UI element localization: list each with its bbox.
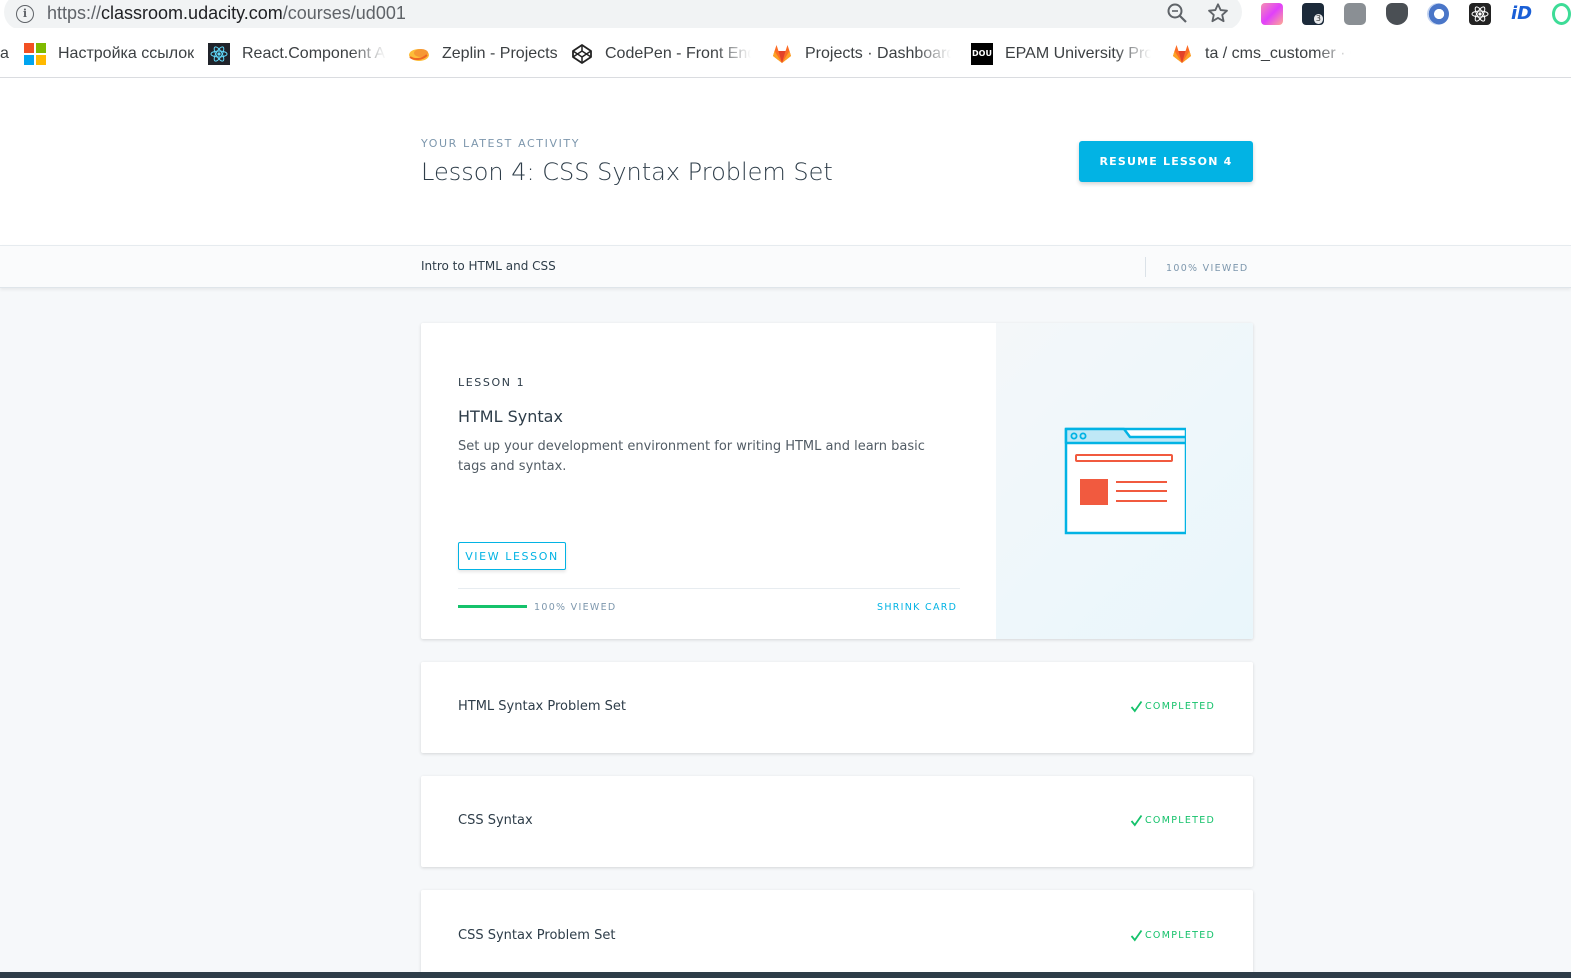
site-info-icon[interactable]: i <box>16 5 34 23</box>
resume-lesson-button[interactable]: RESUME LESSON 4 <box>1079 141 1253 182</box>
dark-extension-icon[interactable]: 3 <box>1302 3 1324 25</box>
bookmark-clipped[interactable]: а <box>0 42 10 66</box>
bookmark-label: EPAM University Prog <box>1005 45 1151 62</box>
checkmark-icon <box>1130 700 1143 713</box>
bookmark-react-component[interactable]: React.Component AP <box>208 42 386 66</box>
zeplin-icon <box>408 43 430 65</box>
bookmark-label: CodePen - Front End <box>605 45 751 62</box>
course-divider <box>1145 257 1146 277</box>
concept-row[interactable]: HTML Syntax Problem Set COMPLETED <box>421 662 1253 753</box>
gitlab-icon <box>1171 43 1193 65</box>
gradient-extension-icon[interactable] <box>1261 3 1283 25</box>
bookmark-codepen[interactable]: CodePen - Front End <box>571 42 751 66</box>
bookmarks-bar: а Настройка ссылок React.Component AP Ze… <box>0 28 1571 78</box>
opera-icon[interactable] <box>1427 3 1449 25</box>
concept-title: HTML Syntax Problem Set <box>458 699 627 714</box>
lesson-card: LESSON 1 HTML Syntax Set up your develop… <box>421 323 1253 639</box>
page-bottom-edge <box>0 972 1571 978</box>
microsoft-icon <box>24 43 46 65</box>
extension-badge: 3 <box>1313 14 1323 24</box>
view-lesson-button[interactable]: VIEW LESSON <box>458 542 566 570</box>
bookmark-clipped-label: а <box>0 45 9 62</box>
codepen-icon <box>571 43 593 65</box>
completed-status: COMPLETED <box>1130 929 1215 942</box>
course-name[interactable]: Intro to HTML and CSS <box>421 259 556 273</box>
url-text[interactable]: https://classroom.udacity.com/courses/ud… <box>47 3 406 24</box>
lesson-number: LESSON 1 <box>458 376 526 389</box>
bookmark-gitlab-cms[interactable]: ta / cms_customer · G <box>1171 42 1351 66</box>
react-devtools-icon[interactable] <box>1469 3 1491 25</box>
course-progress-label: 100% VIEWED <box>1166 263 1249 274</box>
latest-activity-kicker: YOUR LATEST ACTIVITY <box>421 137 581 150</box>
concept-title: CSS Syntax Problem Set <box>458 928 616 943</box>
browser-toolbar: i https://classroom.udacity.com/courses/… <box>0 0 1571 30</box>
completed-label: COMPLETED <box>1145 701 1216 712</box>
completed-status: COMPLETED <box>1130 700 1215 713</box>
completed-status: COMPLETED <box>1130 814 1215 827</box>
bookmark-label: ta / cms_customer · G <box>1205 45 1351 62</box>
green-extension-icon[interactable] <box>1552 3 1571 25</box>
bookmark-label: Настройка ссылок <box>58 45 194 62</box>
browser-window-icon <box>1064 427 1186 535</box>
completed-label: COMPLETED <box>1145 815 1216 826</box>
latest-activity-title: Lesson 4: CSS Syntax Problem Set <box>421 158 833 186</box>
checkmark-icon <box>1130 814 1143 827</box>
bookmark-label: React.Component AP <box>242 45 386 62</box>
lesson-divider <box>458 588 960 589</box>
grid-extension-icon[interactable] <box>1344 3 1366 25</box>
pocket-icon[interactable] <box>1386 3 1408 25</box>
concept-title: CSS Syntax <box>458 813 533 828</box>
gitlab-icon <box>771 43 793 65</box>
lesson-progress-bar <box>458 605 527 608</box>
bookmark-star-icon[interactable] <box>1207 2 1229 24</box>
id-extension-icon[interactable]: iD <box>1511 3 1533 25</box>
lesson-progress-fill <box>458 605 527 608</box>
dou-icon: DOU <box>971 43 993 65</box>
lesson-image-panel <box>996 323 1253 639</box>
bookmark-label: Zeplin - Projects <box>442 45 558 62</box>
lesson-progress-label: 100% VIEWED <box>534 602 617 613</box>
concept-row[interactable]: CSS Syntax Problem Set COMPLETED <box>421 890 1253 978</box>
checkmark-icon <box>1130 929 1143 942</box>
bookmark-epam-university[interactable]: DOU EPAM University Prog <box>971 42 1151 66</box>
bookmark-zeplin[interactable]: Zeplin - Projects <box>408 42 558 66</box>
lesson-title: HTML Syntax <box>458 407 563 426</box>
react-logo-icon <box>1471 6 1489 22</box>
lesson-description: Set up your development environment for … <box>458 439 925 474</box>
shrink-card-link[interactable]: SHRINK CARD <box>877 602 957 613</box>
concept-row[interactable]: CSS Syntax COMPLETED <box>421 776 1253 867</box>
bookmark-settings-links[interactable]: Настройка ссылок <box>24 42 194 66</box>
completed-label: COMPLETED <box>1145 930 1216 941</box>
course-progress-bar: Intro to HTML and CSS 100% VIEWED <box>0 245 1571 288</box>
zoom-icon[interactable] <box>1166 2 1188 24</box>
react-icon <box>208 43 230 65</box>
latest-activity-section: YOUR LATEST ACTIVITY Lesson 4: CSS Synta… <box>0 78 1571 245</box>
bookmark-gitlab-dashboard[interactable]: Projects · Dashboard <box>771 42 951 66</box>
bookmark-label: Projects · Dashboard <box>805 45 951 62</box>
